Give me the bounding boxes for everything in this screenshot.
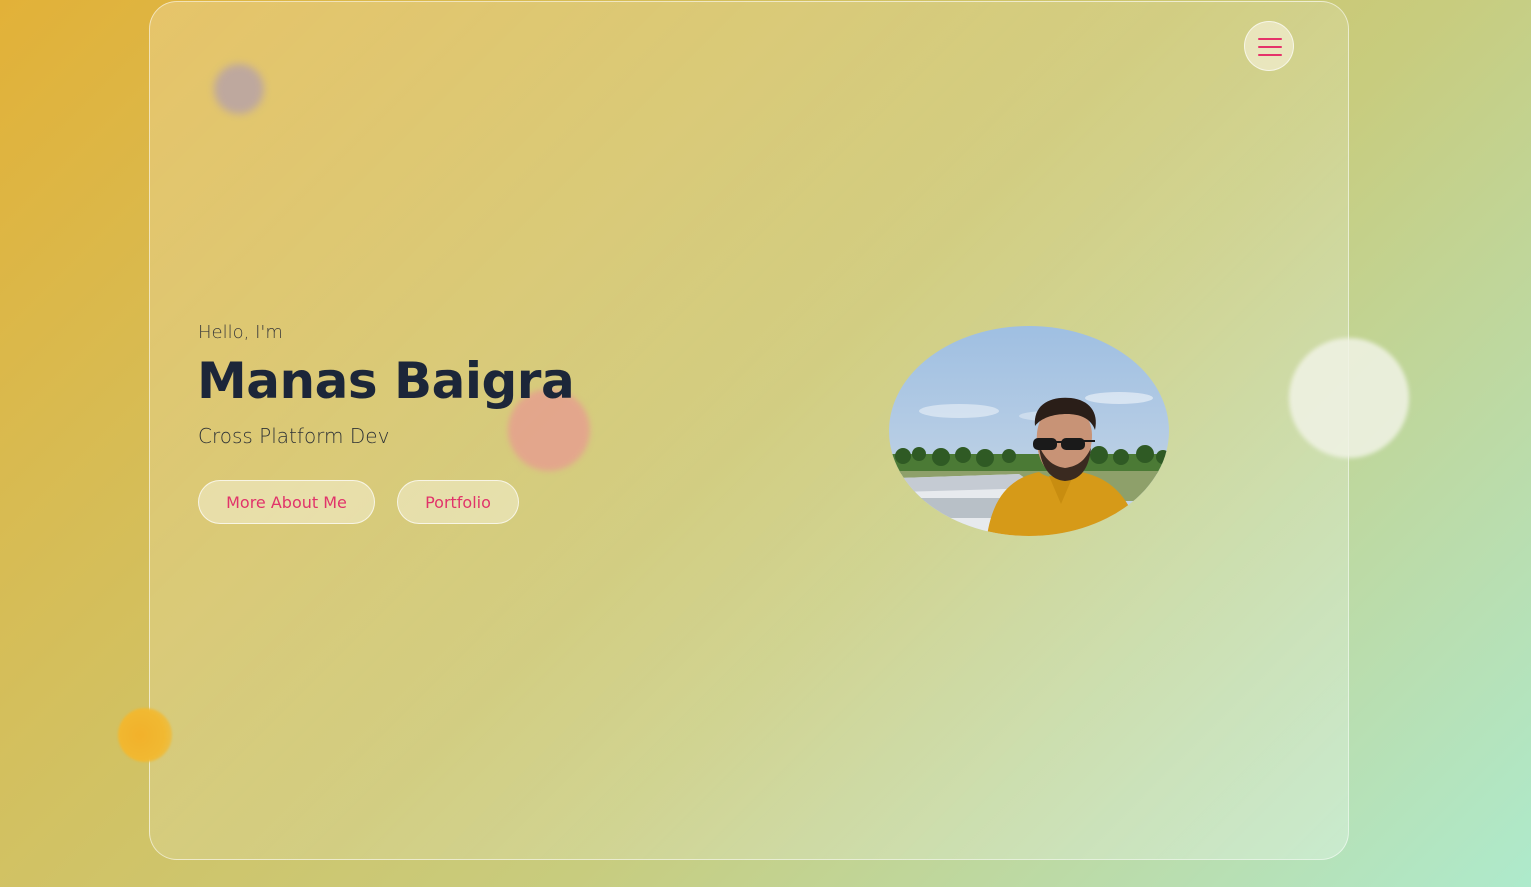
menu-button[interactable] [1244,21,1294,71]
hero-greeting: Hello, I'm [198,322,283,343]
hero-role: Cross Platform Dev [198,424,390,448]
decorative-blob-yellow [118,708,172,762]
profile-photo [889,326,1169,536]
decorative-blob-purple [214,64,264,114]
decorative-blob-white [1289,338,1409,458]
hero-name: Manas Baigra [197,352,575,410]
more-about-me-button[interactable]: More About Me [198,480,375,524]
portfolio-button[interactable]: Portfolio [397,480,519,524]
